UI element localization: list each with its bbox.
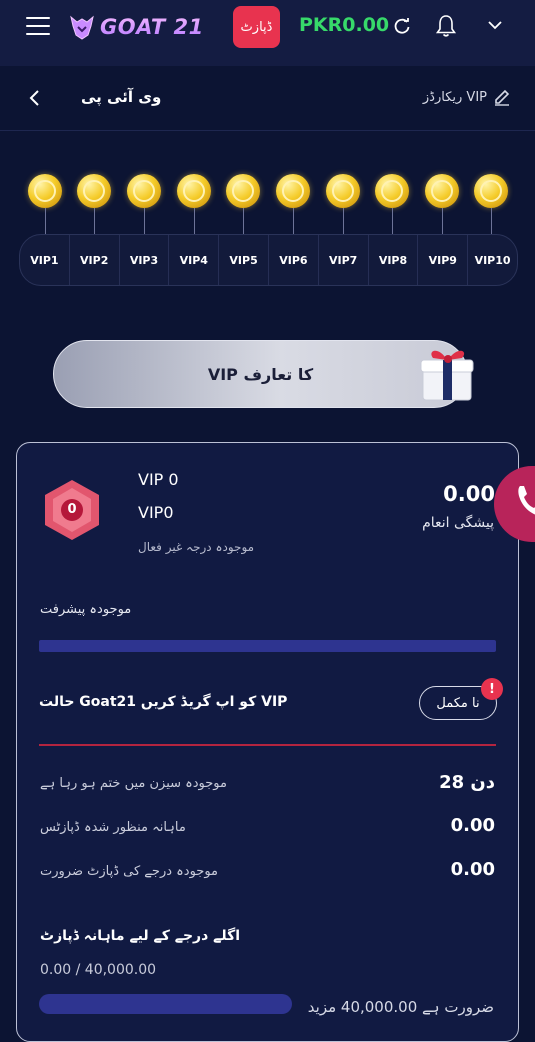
- vip-level-selector: VIP1 VIP2 VIP3 VIP4 VIP5 VIP6 VIP7 VIP8 VIP9 VIP1…: [19, 234, 518, 286]
- vip-records-link[interactable]: ریکارڈز VIP: [423, 88, 511, 106]
- coin-connector-line: [392, 208, 393, 234]
- vip-level-tab[interactable]: VIP1: [20, 235, 70, 285]
- vip-coin-icon: [375, 174, 409, 208]
- vip-level-tab[interactable]: VIP8: [369, 235, 419, 285]
- coin-connector-line: [144, 208, 145, 234]
- coin-inner: [133, 180, 155, 202]
- coin-inner: [381, 180, 403, 202]
- coin-inner: [431, 180, 453, 202]
- vip-level-code: VIP0: [138, 503, 174, 522]
- coin-connector-line: [243, 208, 244, 234]
- current-progress-label: موجودہ پیشرفت: [40, 602, 132, 617]
- season-label: موجودہ سیزن میں ختم ہو رہا ہے: [40, 776, 227, 791]
- coin-connector-line: [45, 208, 46, 234]
- vip-level-title: VIP 0: [138, 470, 179, 489]
- coin-connector-line: [343, 208, 344, 234]
- divider: [39, 744, 496, 746]
- deposit-button[interactable]: ڈپازٹ: [233, 6, 280, 48]
- records-label: ریکارڈز VIP: [422, 89, 487, 105]
- vip-level-tab[interactable]: VIP5: [219, 235, 269, 285]
- monthly-approved-value: 0.00: [450, 815, 495, 836]
- vip-coin-icon: [28, 174, 62, 208]
- coin-inner: [332, 180, 354, 202]
- vip-coin-icon: [226, 174, 260, 208]
- refresh-icon[interactable]: [393, 17, 411, 35]
- vip-level-tab[interactable]: VIP3: [120, 235, 170, 285]
- vip-level-tab[interactable]: VIP6: [269, 235, 319, 285]
- vip-level-tab[interactable]: VIP10: [468, 235, 517, 285]
- menu-icon[interactable]: [26, 16, 50, 36]
- vip-coin-icon: [326, 174, 360, 208]
- needed-amount-text: ضرورت ہے 40,000.00 مزید: [307, 998, 494, 1016]
- coin-inner: [480, 180, 502, 202]
- edit-icon: [495, 89, 510, 106]
- advance-reward-value: 0.00: [443, 482, 495, 506]
- advance-reward-label: پیشگی انعام: [422, 515, 494, 531]
- vip-coin-icon: [474, 174, 508, 208]
- required-deposit-value: 0.00: [450, 859, 495, 880]
- coin-connector-line: [491, 208, 492, 234]
- monthly-deposit-bar: [39, 994, 292, 1014]
- current-status-text: موجودہ درجہ غیر فعال: [138, 540, 255, 554]
- vip-level-tab[interactable]: VIP4: [169, 235, 220, 285]
- vip-coin-icon: [177, 174, 211, 208]
- vip-intro-button[interactable]: VIP کا تعارف: [53, 340, 468, 408]
- logo-text: GOAT 21: [100, 15, 204, 39]
- balance-amount: PKR0.00: [299, 14, 390, 36]
- logo[interactable]: GOAT 21: [68, 10, 204, 44]
- vip-level-tab[interactable]: VIP7: [319, 235, 369, 285]
- monthly-deposit-title: اگلے درجے کے لیے ماہانہ ڈپازٹ: [40, 928, 241, 944]
- vip-coin-icon: [77, 174, 111, 208]
- vip-level-tab[interactable]: VIP9: [418, 235, 469, 285]
- page-title: وی آئی پی: [81, 88, 162, 106]
- current-progress-bar: [39, 640, 496, 652]
- vip-coin-icon: [127, 174, 161, 208]
- coin-inner: [34, 180, 56, 202]
- coin-connector-line: [293, 208, 294, 234]
- coin-inner: [282, 180, 304, 202]
- required-deposit-label: موجودہ درجے کی ڈپازٹ ضرورت: [40, 864, 219, 879]
- back-arrow-icon[interactable]: [28, 88, 42, 108]
- gift-icon: [420, 350, 474, 401]
- vip-level-tab[interactable]: VIP2: [70, 235, 120, 285]
- alert-icon: !: [481, 678, 503, 700]
- goat-logo-icon: [70, 15, 94, 40]
- season-value: دن 28: [439, 772, 495, 793]
- chevron-down-icon[interactable]: [487, 18, 503, 32]
- coin-inner: [232, 180, 254, 202]
- coin-connector-line: [442, 208, 443, 234]
- coin-inner: [83, 180, 105, 202]
- hex-level-number: 0: [67, 502, 77, 517]
- monthly-deposit-progress-text: 0.00 / 40,000.00: [40, 962, 157, 978]
- bell-icon[interactable]: [435, 14, 457, 38]
- vip-coin-icon: [276, 174, 310, 208]
- coin-inner: [183, 180, 205, 202]
- phone-support-icon[interactable]: [494, 466, 535, 542]
- coin-connector-line: [194, 208, 195, 234]
- monthly-approved-label: ماہانہ منظور شدہ ڈپازٹس: [40, 820, 186, 835]
- coin-connector-line: [94, 208, 95, 234]
- upgrade-status-text: حالت Goat21 کو اپ گریڈ کریں VIP: [39, 694, 288, 710]
- vip-coin-icon: [425, 174, 459, 208]
